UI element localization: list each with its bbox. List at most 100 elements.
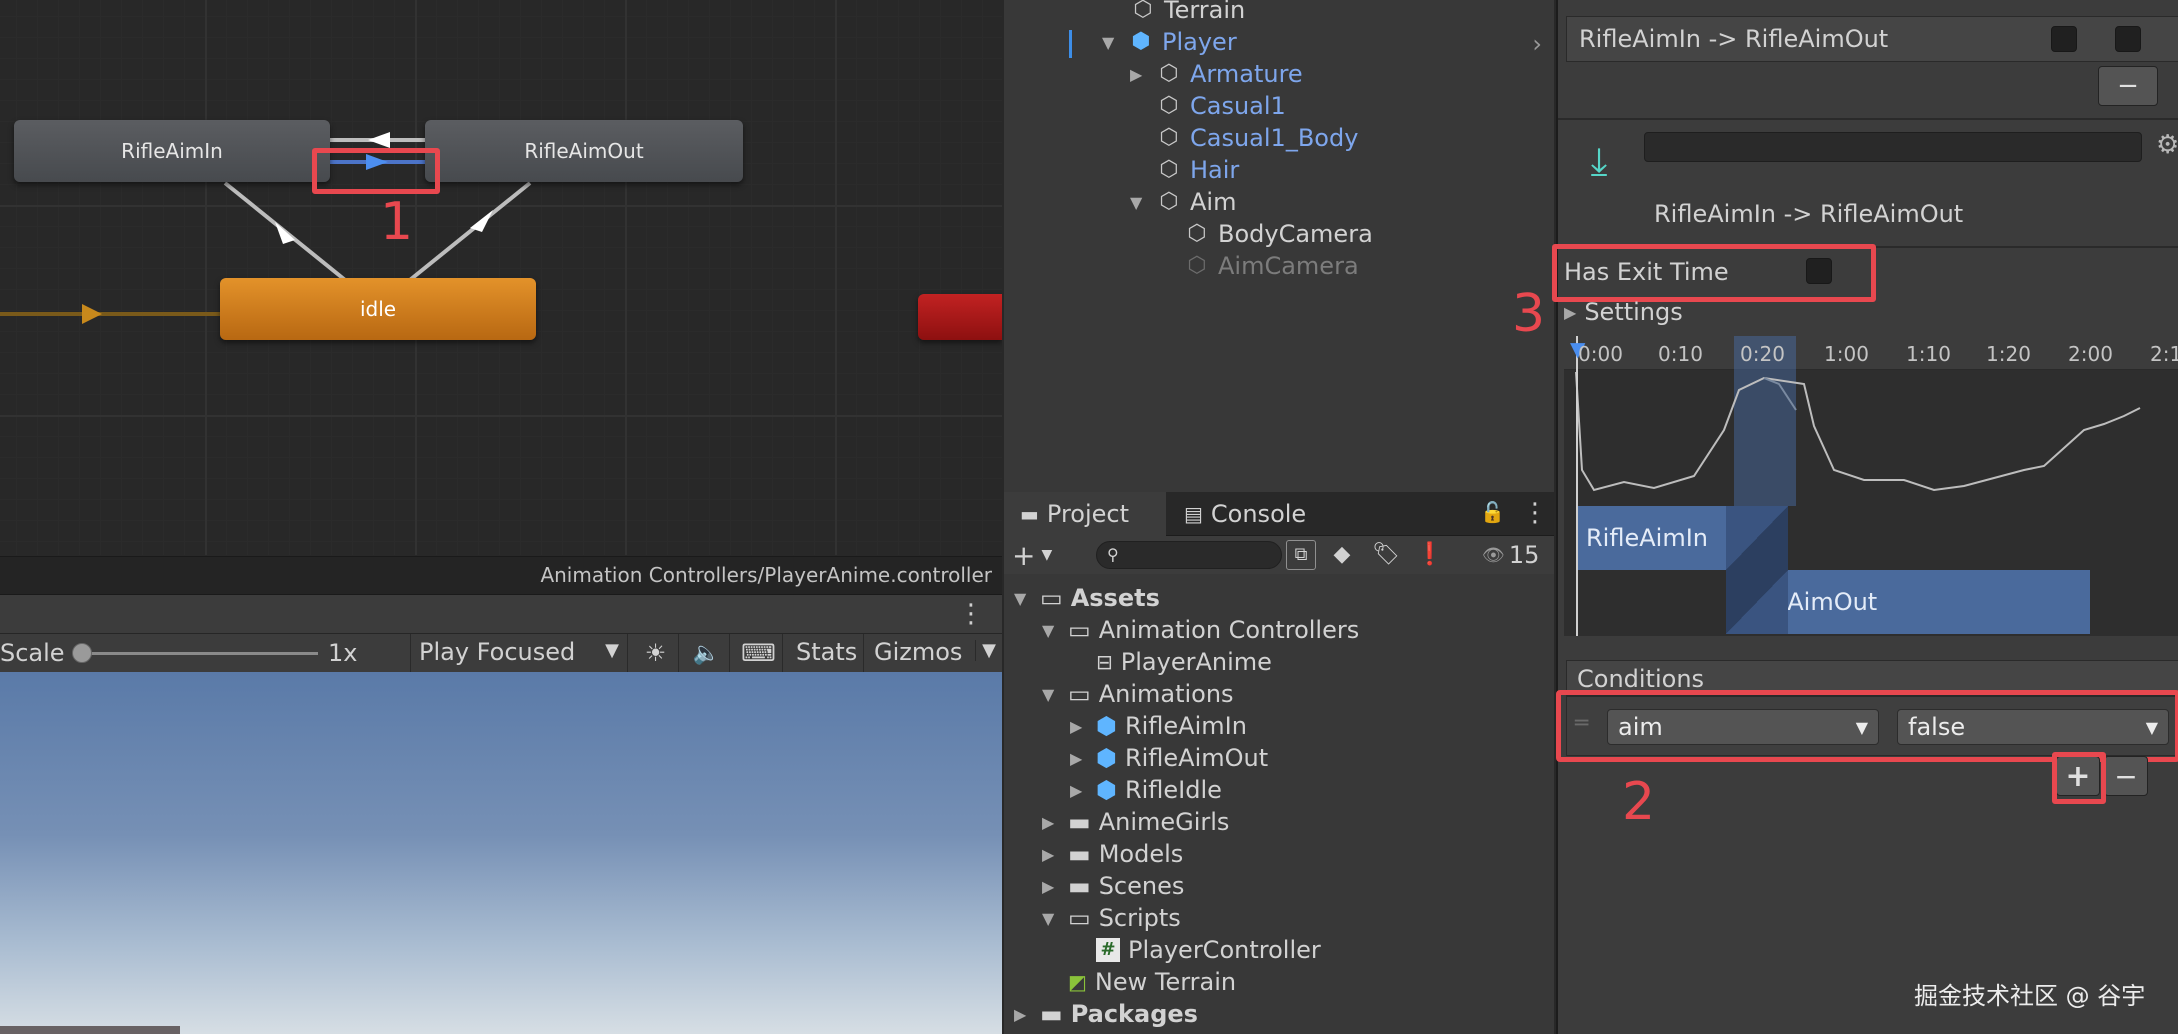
more-options-icon[interactable]: ⋮ [958,599,984,629]
hierarchy-item-casual1-body[interactable]: ⬡ Casual1_Body [1156,122,1358,154]
folder-icon: ▬ [1020,502,1039,526]
inspector-panel: RifleAimIn -> RifleAimOut − ⤓ ⚙ RifleAim… [1512,0,2178,1034]
folder-icon: ▬ [1068,840,1091,868]
tree-item-playeranime[interactable]: ⊟ PlayerAnime [1096,646,1272,678]
hierarchy-item-aimcamera[interactable]: ⬡ AimCamera [1184,250,1358,282]
open-folder-icon: ▭ [1068,616,1091,644]
timeline-tick: 0:10 [1658,342,1703,366]
tree-item-rifleaimin[interactable]: ▶ ⬢ RifleAimIn [1070,710,1247,742]
tree-item-animation-controllers[interactable]: ▼ ▭ Animation Controllers [1042,614,1359,646]
collapse-arrow-icon[interactable]: ▶ [1070,717,1088,736]
solo-checkbox[interactable] [2051,26,2077,52]
script-hash-icon: # [1096,938,1120,962]
gameobject-icon: ⬡ [1159,157,1179,182]
transition-name-field[interactable] [1644,132,2142,162]
open-folder-icon: ▭ [1068,904,1091,932]
gameobject-icon: ⬡ [1159,93,1179,118]
bug-icon[interactable]: ☀ [633,634,679,672]
scale-slider-handle[interactable] [72,643,92,663]
open-folder-icon: ▭ [1068,680,1091,708]
clip-bar-rifleaimin: RifleAimIn [1578,506,1788,570]
search-mode-icon[interactable]: ⧉ [1286,540,1316,570]
stats-button[interactable]: Stats [788,634,864,672]
chevron-down-icon: ▼ [605,640,619,661]
tree-item-packages[interactable]: ▶ ▬ Packages [1014,998,1198,1030]
game-view-viewport[interactable] [0,672,1002,1034]
tree-item-playercontroller[interactable]: # PlayerController [1096,934,1321,966]
curve-preview [1575,371,2141,492]
hierarchy-item-bodycamera[interactable]: ⬡ BodyCamera [1184,218,1372,250]
tree-item-models[interactable]: ▶ ▬ Models [1042,838,1183,870]
collapse-arrow-icon[interactable]: ▶ [1070,781,1088,800]
tree-item-assets[interactable]: ▼ ▭ Assets [1014,582,1160,614]
speaker-icon[interactable]: 🔈 [684,634,730,672]
gizmos-button[interactable]: Gizmos ▼ [868,634,1002,672]
collapse-arrow-icon[interactable]: ▶ [1070,749,1088,768]
keyboard-icon[interactable]: ⌨ [735,634,783,672]
lock-icon[interactable]: 🔓 [1480,500,1505,524]
tree-item-rifleaimout[interactable]: ▶ ⬢ RifleAimOut [1070,742,1268,774]
tree-item-animations[interactable]: ▼ ▭ Animations [1042,678,1234,710]
clip-bar-rifleaimout[interactable]: RifleAimOut [1726,570,2090,634]
state-idle[interactable]: idle [220,278,536,340]
annotation-number-3: 3 [1512,284,1546,344]
mute-checkbox[interactable] [2115,26,2141,52]
search-input[interactable]: ⚲ [1096,541,1282,569]
transition-list-item[interactable]: RifleAimIn -> RifleAimOut [1579,25,1888,53]
state-rifle-aim-out[interactable]: RifleAimOut [425,120,743,182]
hierarchy-item-casual1[interactable]: ⬡ Casual1 [1156,90,1285,122]
animator-graph[interactable]: RifleAimIn RifleAimOut idle 1 [0,0,1002,555]
more-options-icon[interactable]: ⋮ [1522,498,1548,528]
collapse-arrow-icon[interactable]: ▶ [1130,65,1148,84]
hierarchy-item-aim[interactable]: ▼ ⬡ Aim [1130,186,1236,218]
tree-item-scenes[interactable]: ▶ ▬ Scenes [1042,870,1184,902]
hierarchy-item-armature[interactable]: ▶ ⬡ Armature [1130,58,1303,90]
expand-arrow-icon[interactable]: ▼ [1042,685,1060,704]
chevron-down-icon[interactable]: ▼ [975,640,996,661]
tree-item-rifleidle[interactable]: ▶ ⬢ RifleIdle [1070,774,1222,806]
collapse-arrow-icon[interactable]: ▶ [1042,813,1060,832]
scale-slider[interactable] [72,643,318,663]
scale-value: 1x [328,639,358,667]
chevron-right-icon[interactable]: › [1532,30,1542,58]
hierarchy-item-hair[interactable]: ⬡ Hair [1156,154,1239,186]
collapse-arrow-icon[interactable]: ▶ [1042,877,1060,896]
tree-item-animegirls[interactable]: ▶ ▬ AnimeGirls [1042,806,1229,838]
expand-arrow-icon[interactable]: ▼ [1014,589,1032,608]
gear-icon[interactable]: ⚙ [2156,130,2178,160]
tab-project[interactable]: ▬ Project [1004,492,1166,536]
expand-arrow-icon[interactable]: ▼ [1042,621,1060,640]
playhead[interactable] [1576,336,1578,636]
prefab-icon: ⬢ [1131,29,1151,54]
annotation-box-3 [1552,244,1876,302]
folder-icon: ▬ [1040,1000,1063,1028]
state-rifle-aim-in[interactable]: RifleAimIn [14,120,330,182]
transition-timeline[interactable]: ▼ RifleAimIn RifleAimOut [1564,336,2178,636]
remove-transition-button[interactable]: − [2098,66,2158,106]
expand-arrow-icon[interactable]: ▼ [1042,909,1060,928]
hierarchy-item-terrain[interactable]: ⬡ Terrain [1130,0,1245,26]
warning-filter-icon[interactable]: ❗ [1408,536,1452,574]
state-any-state[interactable] [918,294,1002,340]
collapse-arrow-icon[interactable]: ▶ [1042,845,1060,864]
controller-path: Animation Controllers/PlayerAnime.contro… [0,556,1002,594]
tree-item-scripts[interactable]: ▼ ▭ Scripts [1042,902,1181,934]
expand-arrow-icon[interactable]: ▼ [1130,193,1148,212]
collapse-arrow-icon: ▶ [1564,302,1577,322]
transition-download-icon: ⤓ [1590,139,1608,183]
type-filter-icon[interactable]: ◆ [1320,536,1364,574]
hierarchy-item-player[interactable]: ▼ ⬢ Player [1102,26,1237,58]
hidden-packages-toggle[interactable]: 👁 15 [1482,536,1552,574]
remove-condition-button[interactable]: − [2104,756,2148,796]
timeline-tick: 1:00 [1824,342,1869,366]
tab-console[interactable]: ▤ Console [1184,492,1344,536]
create-button[interactable]: + ▼ [1012,538,1068,572]
collapse-arrow-icon[interactable]: ▶ [1014,1005,1032,1024]
label-filter-icon[interactable]: 🏷 [1364,536,1408,574]
play-mode-dropdown[interactable]: Play Focused ▼ [410,634,628,672]
entry-arrow-icon [82,304,102,324]
animator-controller-icon: ⊟ [1096,650,1113,674]
tree-item-new-terrain[interactable]: ◩ New Terrain [1068,966,1236,998]
expand-arrow-icon[interactable]: ▼ [1102,33,1120,52]
settings-foldout[interactable]: ▶ Settings [1564,298,1683,326]
